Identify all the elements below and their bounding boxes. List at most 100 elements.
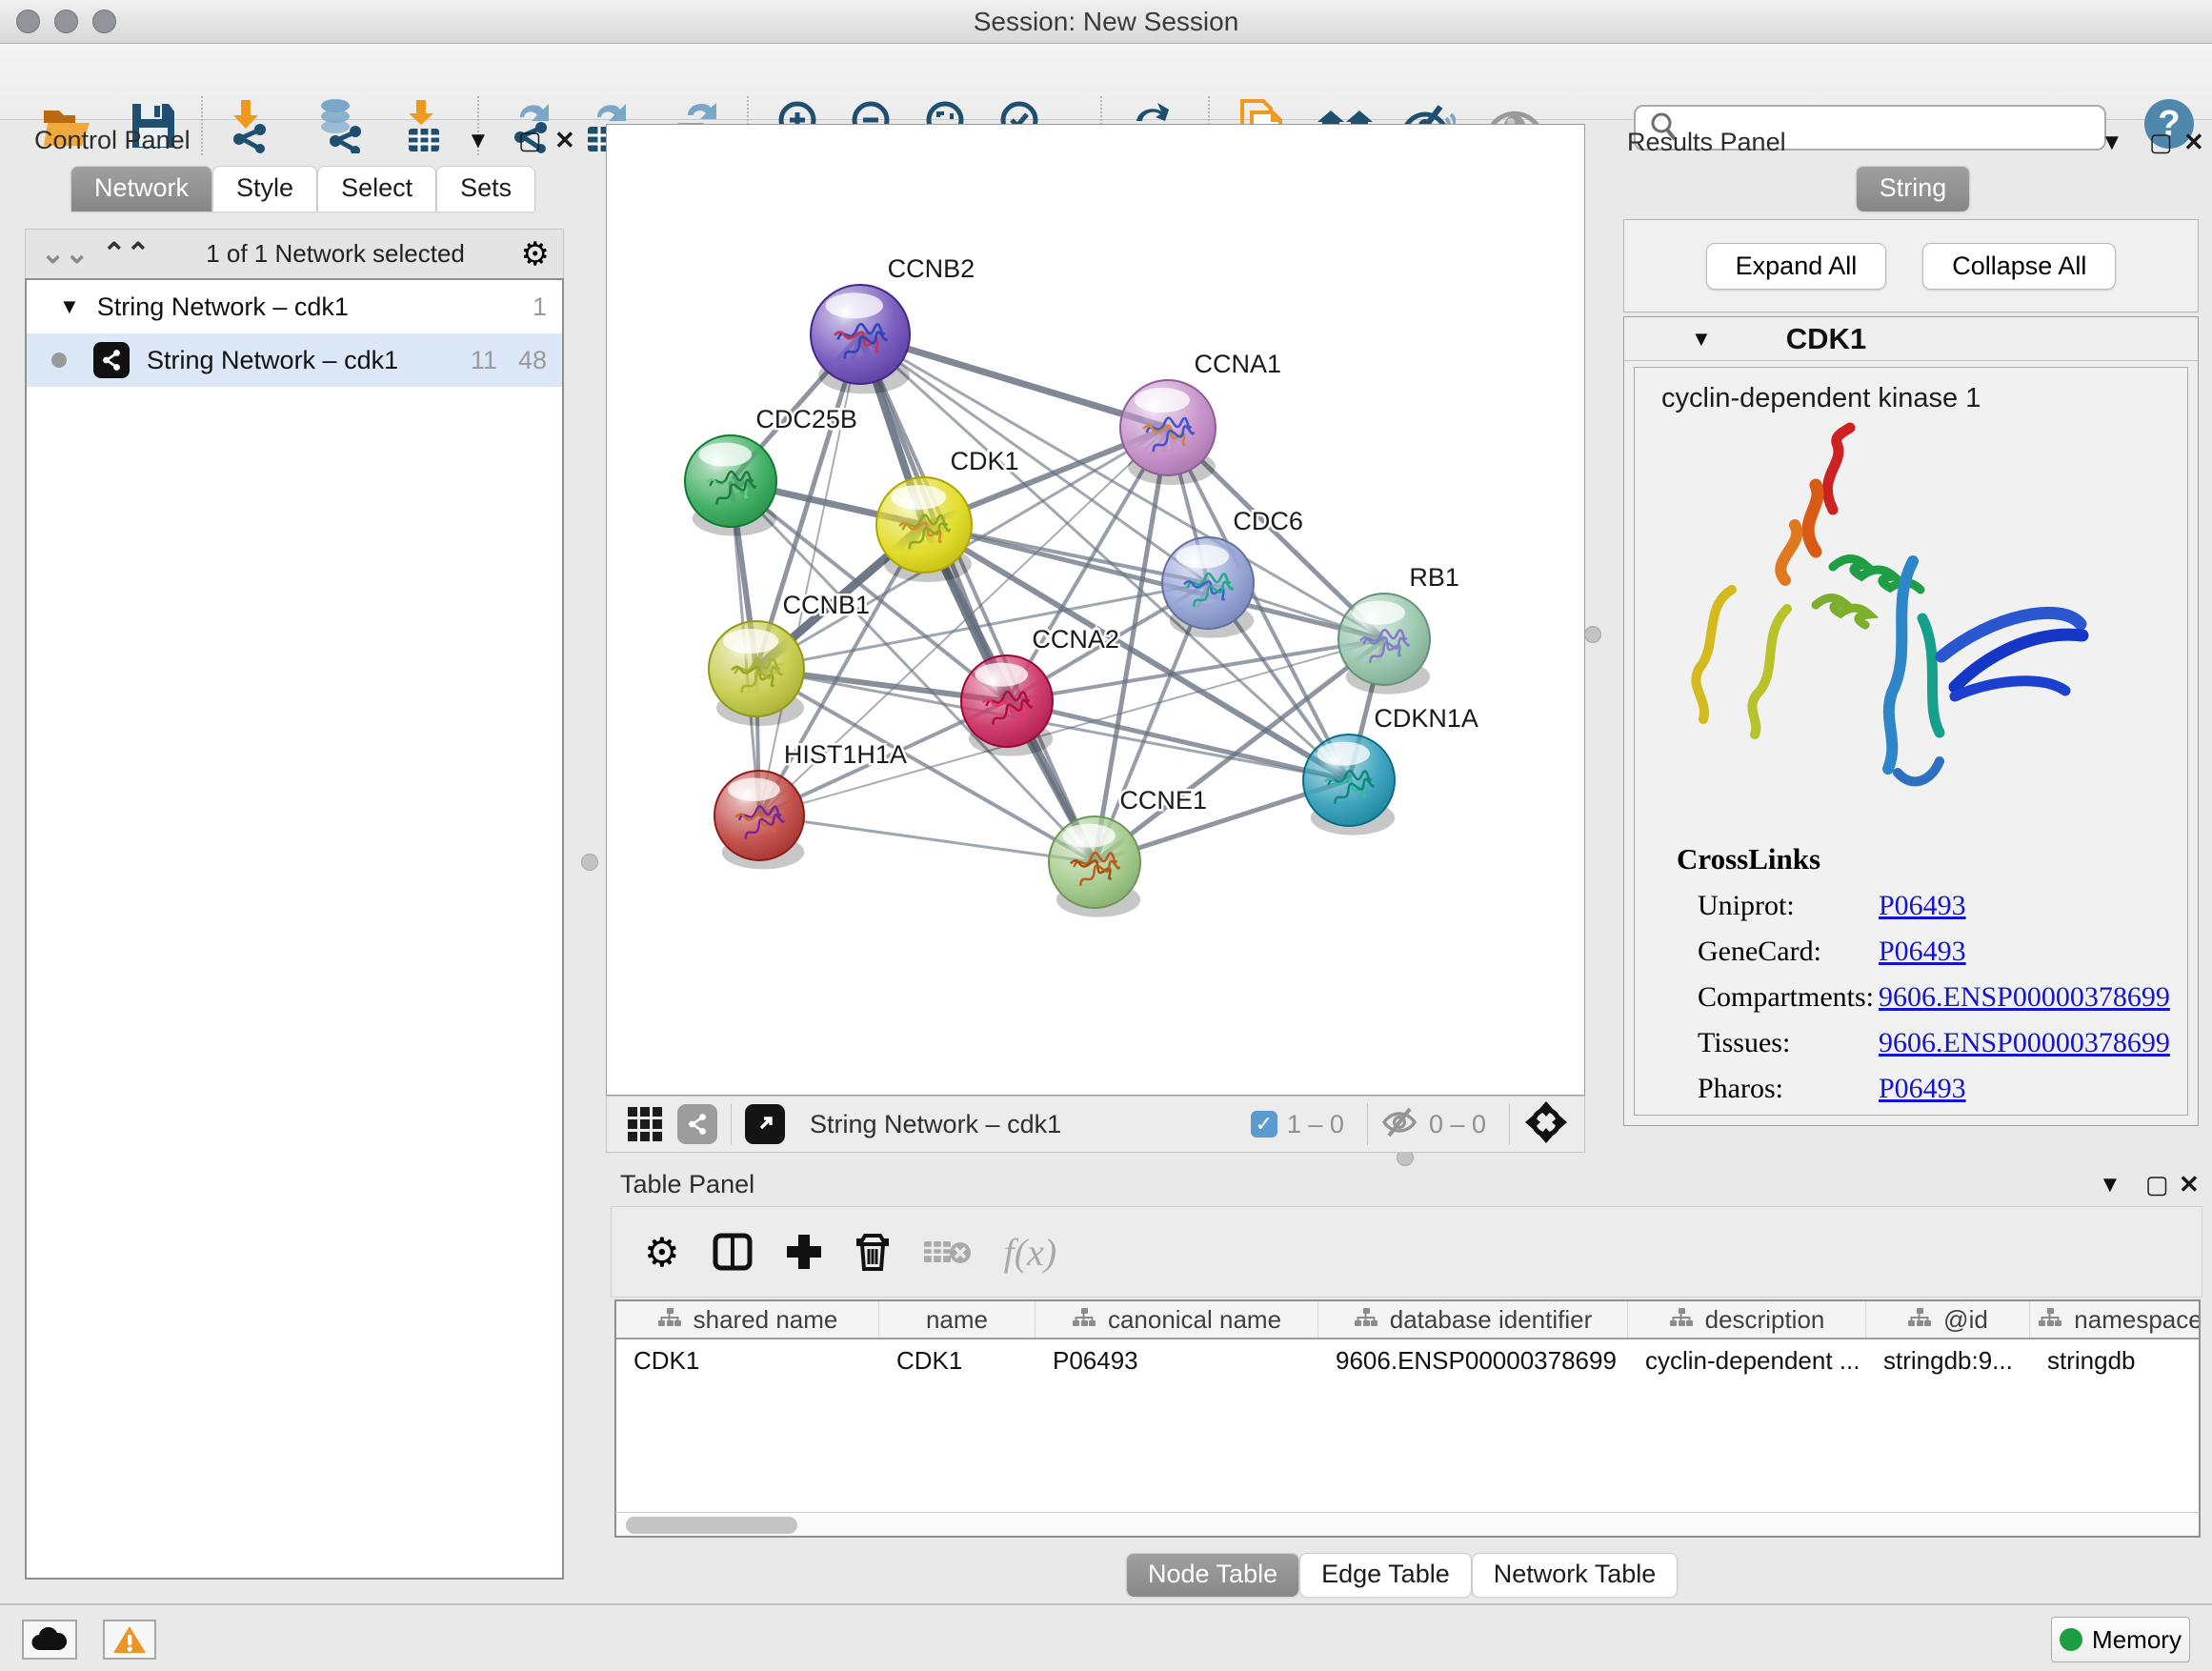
tab-sets[interactable]: Sets	[436, 166, 535, 211]
hidden-eye-slash-icon	[1381, 1106, 1419, 1143]
expand-all-button[interactable]: Expand All	[1706, 243, 1887, 290]
collection-expand-icon[interactable]: ▼	[59, 294, 80, 319]
add-column-icon[interactable]	[785, 1233, 823, 1271]
crosslink-label: Compartments:	[1698, 981, 1879, 1014]
network-share-icon[interactable]	[677, 1104, 717, 1144]
control-panel-title: Control Panel	[34, 126, 191, 155]
node-label: CDK1	[951, 447, 1019, 475]
column-header-label: description	[1705, 1305, 1825, 1335]
float-panel-icon[interactable]: ▢	[518, 126, 542, 155]
left-splitter-handle[interactable]	[581, 854, 598, 871]
column-type-icon	[2038, 1305, 2062, 1335]
column-header-description[interactable]: description	[1628, 1301, 1866, 1338]
crosslink-link[interactable]: P06493	[1879, 936, 1966, 968]
crosslink-row: Tissues:9606.ENSP00000378699	[1698, 1027, 2187, 1059]
table-cell[interactable]: stringdb:9...	[1866, 1346, 2030, 1376]
column-header-database-identifier[interactable]: database identifier	[1318, 1301, 1628, 1338]
warning-status-icon[interactable]	[103, 1620, 156, 1660]
crosslink-link[interactable]: 9606.ENSP00000378699	[1879, 1027, 2170, 1059]
network-row[interactable]: String Network – cdk1 11 48	[27, 333, 562, 387]
detach-view-icon[interactable]	[745, 1104, 785, 1144]
gene-description: cyclin-dependent kinase 1	[1661, 383, 2187, 414]
collapse-panel-icon[interactable]: ▼	[467, 128, 490, 154]
network-options-gear-icon[interactable]: ⚙	[521, 235, 550, 273]
birdseye-view-icon[interactable]	[1523, 1099, 1569, 1150]
protein-structure-image	[1673, 418, 2121, 828]
column-type-icon	[657, 1305, 682, 1335]
network-canvas[interactable]: CCNB2CCNA1CDC25BCDK1CDC6RB1CCNB1CCNA2CDK…	[606, 124, 1585, 1096]
right-splitter-handle[interactable]	[1584, 626, 1601, 643]
node-label: CCNE1	[1119, 786, 1207, 815]
selected-count-checkbox[interactable]: ✓	[1251, 1111, 1277, 1137]
network-edge[interactable]	[759, 815, 1095, 862]
toolbar-separator	[731, 1103, 732, 1145]
crosslink-label: GeneCard:	[1698, 936, 1879, 968]
column-header-namespace[interactable]: namespace	[2030, 1301, 2201, 1338]
table-row[interactable]: CDK1CDK1P064939606.ENSP00000378699cyclin…	[616, 1339, 2199, 1381]
delete-column-icon[interactable]	[855, 1232, 890, 1272]
tab-select[interactable]: Select	[317, 166, 436, 211]
table-cell[interactable]: CDK1	[616, 1346, 879, 1376]
status-bar: Memory	[0, 1603, 2212, 1671]
network-edge[interactable]	[860, 334, 1095, 862]
close-panel-icon[interactable]: ✕	[554, 126, 575, 155]
tab-edge-table[interactable]: Edge Table	[1299, 1553, 1472, 1597]
collapse-all-networks-icon[interactable]: ⌃⌃	[102, 237, 150, 271]
tab-string[interactable]: String	[1856, 166, 1971, 211]
collapse-all-button[interactable]: Collapse All	[1922, 243, 2116, 290]
table-cell[interactable]: cyclin-dependent ...	[1628, 1346, 1866, 1376]
column-header-canonical-name[interactable]: canonical name	[1036, 1301, 1318, 1338]
crosslink-link[interactable]: 9606.ENSP00000378699	[1879, 981, 2170, 1014]
table-options-gear-icon[interactable]: ⚙	[644, 1229, 680, 1276]
table-cell[interactable]: CDK1	[879, 1346, 1036, 1376]
node-expand-icon[interactable]: ▼	[1691, 327, 1712, 352]
tab-network-table[interactable]: Network Table	[1472, 1553, 1679, 1597]
column-type-icon	[1669, 1305, 1694, 1335]
crosslink-label: Tissues:	[1698, 1027, 1879, 1059]
collapse-panel-icon[interactable]: ▼	[2099, 1172, 2122, 1198]
control-panel: Control Panel ▼ ▢ ✕ NetworkStyleSelectSe…	[10, 124, 570, 1597]
memory-button[interactable]: Memory	[2051, 1617, 2190, 1662]
crosslink-link[interactable]: P06493	[1879, 1073, 1966, 1105]
crosslink-link[interactable]: P06493	[1879, 890, 1966, 922]
collection-count: 1	[533, 292, 547, 322]
tab-node-table[interactable]: Node Table	[1126, 1553, 1299, 1597]
close-panel-icon[interactable]: ✕	[2183, 128, 2204, 157]
table-cell[interactable]: P06493	[1036, 1346, 1318, 1376]
network-edge[interactable]	[924, 525, 1384, 639]
gene-name: CDK1	[1786, 322, 1866, 356]
node-label: CCNB2	[888, 254, 975, 283]
column-header-label: shared name	[694, 1305, 838, 1335]
float-panel-icon[interactable]: ▢	[2149, 128, 2173, 157]
results-panel-title: Results Panel	[1627, 128, 1786, 157]
tab-network[interactable]: Network	[70, 166, 212, 211]
scrollbar-thumb[interactable]	[626, 1517, 797, 1534]
table-cell[interactable]: 9606.ENSP00000378699	[1318, 1346, 1628, 1376]
results-panel: Results Panel ▼ ▢ ✕ String Expand All Co…	[1619, 124, 2206, 1130]
column-header--id[interactable]: @id	[1866, 1301, 2030, 1338]
window-title: Session: New Session	[0, 7, 2212, 37]
network-tree: ▼ String Network – cdk1 1 String Network…	[25, 278, 564, 1580]
close-panel-icon[interactable]: ✕	[2179, 1170, 2200, 1199]
node-details-header[interactable]: ▼ CDK1	[1624, 317, 2198, 361]
table-header-row: shared name namecanonical namedatabase id…	[616, 1301, 2199, 1339]
network-current-dot-icon	[51, 352, 67, 368]
column-header-shared-name[interactable]: shared name	[616, 1301, 879, 1338]
table-horizontal-scrollbar[interactable]	[614, 1513, 2201, 1538]
show-columns-icon[interactable]	[713, 1233, 753, 1271]
collapse-panel-icon[interactable]: ▼	[2101, 130, 2123, 156]
network-collection-row[interactable]: ▼ String Network – cdk1 1	[27, 280, 562, 333]
cloud-status-icon[interactable]	[22, 1620, 77, 1660]
table-cell[interactable]: stringdb	[2030, 1346, 2201, 1376]
delete-table-icon	[922, 1236, 972, 1268]
network-edge[interactable]	[1007, 701, 1349, 780]
grid-view-icon[interactable]	[628, 1107, 662, 1141]
node-label: CDC25B	[755, 405, 857, 433]
node-label: CDKN1A	[1374, 704, 1478, 733]
tab-style[interactable]: Style	[212, 166, 317, 211]
expand-all-networks-icon[interactable]: ⌄⌄	[41, 237, 89, 271]
toolbar-separator	[1367, 1103, 1368, 1145]
hidden-count: 0 – 0	[1429, 1110, 1486, 1139]
float-panel-icon[interactable]: ▢	[2145, 1170, 2169, 1199]
column-header-name[interactable]: name	[879, 1301, 1036, 1338]
